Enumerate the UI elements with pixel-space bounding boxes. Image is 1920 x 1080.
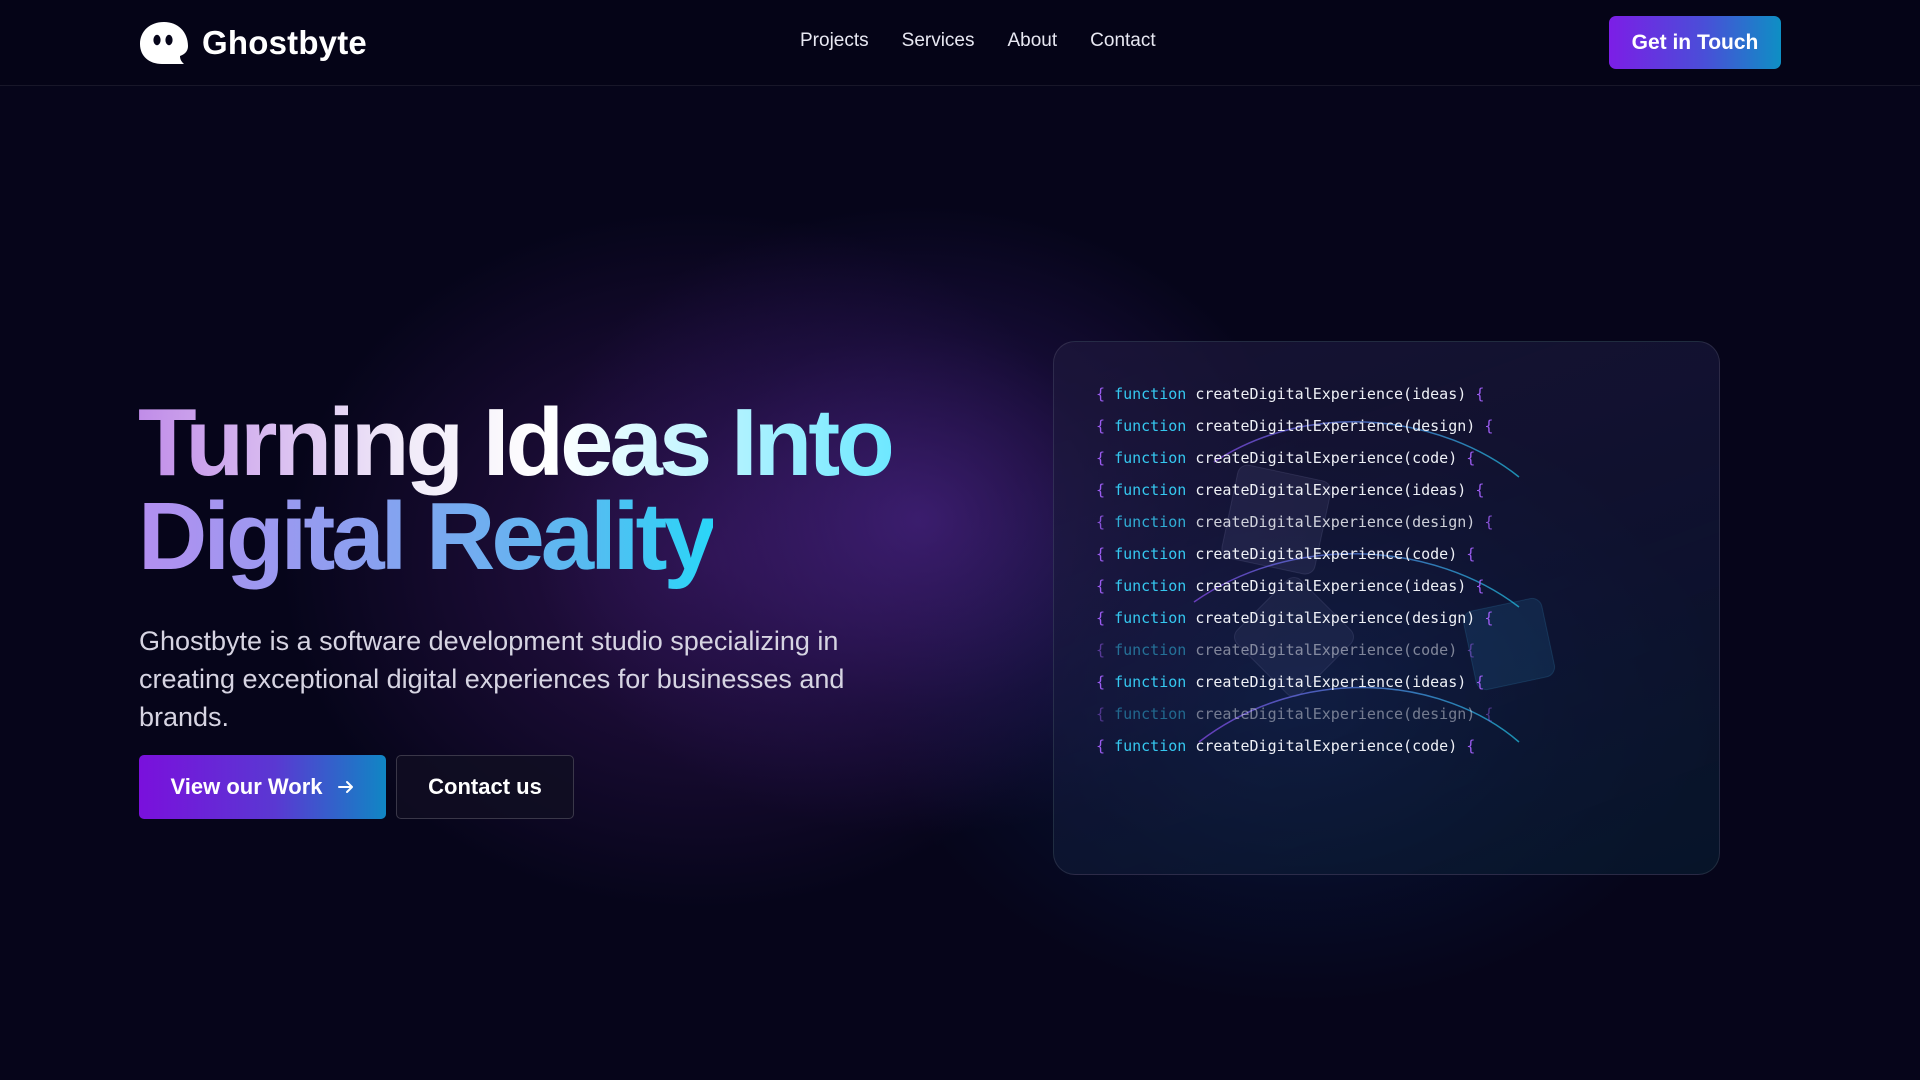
code-line: { function createDigitalExperience(desig… [1096, 416, 1493, 448]
code-close-brace: { [1484, 513, 1494, 531]
top-navbar: Ghostbyte Projects Services About Contac… [0, 0, 1920, 86]
nav-link-contact[interactable]: Contact [1090, 30, 1155, 52]
code-call: createDigitalExperience(design) [1195, 513, 1485, 531]
code-open-brace: { [1096, 705, 1115, 723]
code-close-brace: { [1475, 481, 1485, 499]
code-open-brace: { [1096, 449, 1115, 467]
code-open-brace: { [1096, 481, 1115, 499]
view-our-work-label: View our Work [170, 774, 323, 799]
code-close-brace: { [1466, 641, 1476, 659]
code-card: { function createDigitalExperience(ideas… [1053, 341, 1720, 875]
nav-link-about[interactable]: About [1008, 30, 1058, 52]
code-keyword: function [1114, 705, 1196, 723]
code-call: createDigitalExperience(design) [1195, 417, 1485, 435]
code-call: createDigitalExperience(code) [1195, 641, 1467, 659]
code-keyword: function [1114, 673, 1196, 691]
code-close-brace: { [1484, 417, 1494, 435]
code-call: createDigitalExperience(ideas) [1195, 481, 1476, 499]
code-close-brace: { [1466, 545, 1476, 563]
code-line: { function createDigitalExperience(ideas… [1096, 576, 1493, 608]
code-close-brace: { [1475, 385, 1485, 403]
brand-name: Ghostbyte [202, 24, 367, 61]
code-lines: { function createDigitalExperience(ideas… [1096, 384, 1493, 768]
code-call: createDigitalExperience(ideas) [1195, 673, 1476, 691]
code-open-brace: { [1096, 513, 1115, 531]
code-open-brace: { [1096, 577, 1115, 595]
code-call: createDigitalExperience(design) [1195, 705, 1485, 723]
ghost-icon [140, 22, 188, 64]
arrow-right-icon [337, 781, 353, 793]
code-line: { function createDigitalExperience(ideas… [1096, 672, 1493, 704]
brand[interactable]: Ghostbyte [138, 20, 367, 66]
nav-link-services[interactable]: Services [902, 30, 975, 52]
code-keyword: function [1114, 577, 1196, 595]
code-line: { function createDigitalExperience(code)… [1096, 544, 1493, 576]
hero-title-line-1: Turning Ideas Into [138, 389, 895, 496]
code-close-brace: { [1466, 449, 1476, 467]
code-close-brace: { [1484, 705, 1494, 723]
code-keyword: function [1114, 481, 1196, 499]
code-open-brace: { [1096, 673, 1115, 691]
code-open-brace: { [1096, 417, 1115, 435]
code-keyword: function [1114, 513, 1196, 531]
code-keyword: function [1114, 545, 1196, 563]
hero-title-line-2: Digital Reality [138, 483, 717, 590]
code-line: { function createDigitalExperience(desig… [1096, 512, 1493, 544]
code-call: createDigitalExperience(ideas) [1195, 385, 1476, 403]
code-line: { function createDigitalExperience(desig… [1096, 608, 1493, 640]
code-line: { function createDigitalExperience(code)… [1096, 448, 1493, 480]
code-keyword: function [1114, 641, 1196, 659]
code-keyword: function [1114, 417, 1196, 435]
code-close-brace: { [1484, 609, 1494, 627]
code-line: { function createDigitalExperience(code)… [1096, 640, 1493, 672]
code-call: createDigitalExperience(code) [1195, 737, 1467, 755]
code-open-brace: { [1096, 545, 1115, 563]
code-call: createDigitalExperience(design) [1195, 609, 1485, 627]
code-call: createDigitalExperience(code) [1195, 449, 1467, 467]
code-line: { function createDigitalExperience(ideas… [1096, 480, 1493, 512]
code-call: createDigitalExperience(code) [1195, 545, 1467, 563]
code-line: { function createDigitalExperience(ideas… [1096, 384, 1493, 416]
code-keyword: function [1114, 385, 1196, 403]
nav-link-projects[interactable]: Projects [800, 30, 869, 52]
code-open-brace: { [1096, 641, 1115, 659]
code-close-brace: { [1475, 577, 1485, 595]
code-open-brace: { [1096, 737, 1115, 755]
code-close-brace: { [1466, 737, 1476, 755]
code-keyword: function [1114, 449, 1196, 467]
code-call: createDigitalExperience(ideas) [1195, 577, 1476, 595]
code-close-brace: { [1475, 673, 1485, 691]
nav-links: Projects Services About Contact [800, 30, 1156, 52]
code-keyword: function [1114, 609, 1196, 627]
contact-us-button[interactable]: Contact us [396, 755, 574, 819]
hero-title: Turning Ideas Into Digital Reality [138, 395, 938, 585]
code-line: { function createDigitalExperience(desig… [1096, 704, 1493, 736]
hero-description: Ghostbyte is a software development stud… [139, 626, 845, 732]
code-line: { function createDigitalExperience(code)… [1096, 736, 1493, 768]
code-open-brace: { [1096, 385, 1115, 403]
landing-page: Ghostbyte Projects Services About Contac… [0, 0, 1920, 1080]
get-in-touch-button[interactable]: Get in Touch [1609, 16, 1781, 69]
code-open-brace: { [1096, 609, 1115, 627]
code-keyword: function [1114, 737, 1196, 755]
view-our-work-button[interactable]: View our Work [139, 755, 386, 819]
